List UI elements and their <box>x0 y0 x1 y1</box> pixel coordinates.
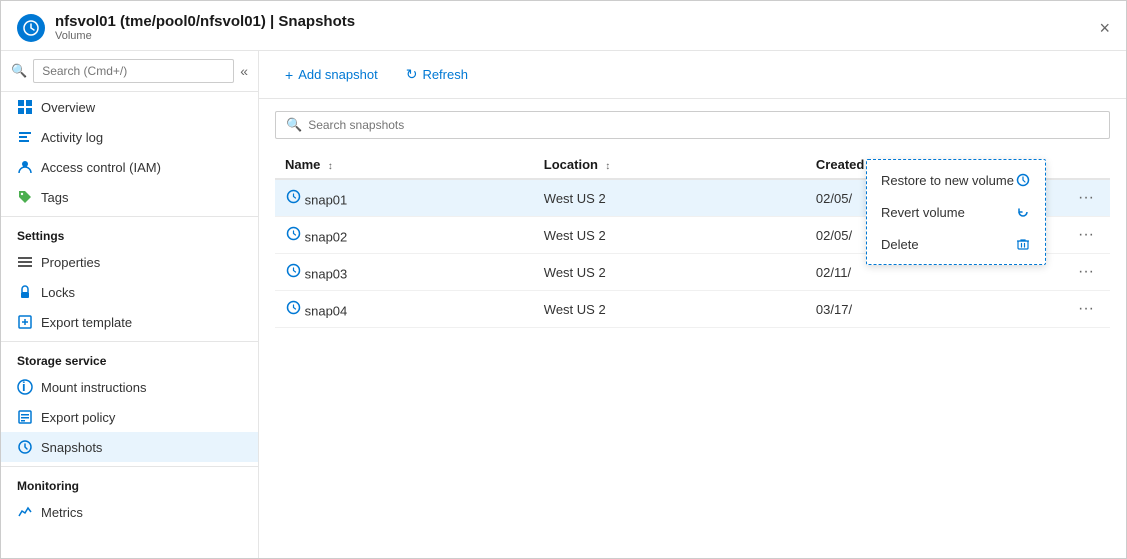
nav-properties-label: Properties <box>41 255 100 270</box>
title-text: nfsvol01 (tme/pool0/nfsvol01) | Snapshot… <box>55 13 355 42</box>
toolbar: + Add snapshot ↻ Refresh <box>259 51 1126 99</box>
add-snapshot-button[interactable]: + Add snapshot <box>275 62 388 88</box>
snapshot-row-icon <box>285 263 301 279</box>
cell-name: snap01 <box>275 179 534 217</box>
cell-location: West US 2 <box>534 179 806 217</box>
main-window: nfsvol01 (tme/pool0/nfsvol01) | Snapshot… <box>0 0 1127 559</box>
content-area: + Add snapshot ↻ Refresh 🔍 <box>259 51 1126 558</box>
table-search-input[interactable] <box>308 118 1099 132</box>
table-row: snap04 West US 2 03/17/ ··· <box>275 291 1110 328</box>
table-search-bar: 🔍 <box>275 111 1110 139</box>
title-left: nfsvol01 (tme/pool0/nfsvol01) | Snapshot… <box>17 13 355 42</box>
col-location: Location ↕ <box>534 151 806 179</box>
col-name: Name ↕ <box>275 151 534 179</box>
cell-name: snap04 <box>275 291 534 328</box>
row-more-button[interactable]: ··· <box>1072 298 1100 320</box>
snapshots-icon <box>17 439 33 455</box>
context-menu-delete-label: Delete <box>881 237 919 252</box>
cell-name: snap03 <box>275 254 534 291</box>
cell-location: West US 2 <box>534 217 806 254</box>
sidebar-search-box: 🔍 « <box>1 51 258 92</box>
cell-actions: ··· <box>1060 254 1110 291</box>
nav-properties[interactable]: Properties <box>1 247 258 277</box>
refresh-icon: ↻ <box>406 66 418 83</box>
context-menu-revert-label: Revert volume <box>881 205 965 220</box>
nav-activity-log[interactable]: Activity log <box>1 122 258 152</box>
settings-section-header: Settings <box>1 216 258 247</box>
restore-icon <box>1015 172 1031 188</box>
nav-metrics-label: Metrics <box>41 505 83 520</box>
close-button[interactable]: × <box>1099 19 1110 37</box>
nav-tags-label: Tags <box>41 190 68 205</box>
name-sort-icon[interactable]: ↕ <box>328 161 333 172</box>
nav-export-policy[interactable]: Export policy <box>1 402 258 432</box>
search-icon: 🔍 <box>11 63 27 79</box>
row-more-button[interactable]: ··· <box>1072 187 1100 209</box>
sidebar: 🔍 « Overview Activity log <box>1 51 259 558</box>
nav-export-template[interactable]: Export template <box>1 307 258 337</box>
add-icon: + <box>285 67 293 83</box>
nav-activity-log-label: Activity log <box>41 130 103 145</box>
col-actions <box>1060 151 1110 179</box>
tags-icon <box>17 189 33 205</box>
storage-service-section-header: Storage service <box>1 341 258 372</box>
locks-icon <box>17 284 33 300</box>
context-menu-revert[interactable]: Revert volume <box>867 196 1045 228</box>
nav-overview-label: Overview <box>41 100 95 115</box>
nav-mount-instructions[interactable]: i Mount instructions <box>1 372 258 402</box>
nav-metrics[interactable]: Metrics <box>1 497 258 527</box>
nav-tags[interactable]: Tags <box>1 182 258 212</box>
table-area: 🔍 Name ↕ Location ↕ <box>259 99 1126 558</box>
refresh-button[interactable]: ↻ Refresh <box>396 61 478 88</box>
context-menu-restore-label: Restore to new volume <box>881 173 1014 188</box>
nav-iam-label: Access control (IAM) <box>41 160 161 175</box>
properties-icon <box>17 254 33 270</box>
mount-instructions-icon: i <box>17 379 33 395</box>
nav-snapshots-label: Snapshots <box>41 440 102 455</box>
iam-icon <box>17 159 33 175</box>
cell-name: snap02 <box>275 217 534 254</box>
context-menu-delete[interactable]: Delete <box>867 228 1045 260</box>
context-menu-restore[interactable]: Restore to new volume <box>867 164 1045 196</box>
cell-actions: ··· <box>1060 291 1110 328</box>
page-subtitle: Volume <box>55 30 355 42</box>
cell-actions: ··· <box>1060 179 1110 217</box>
snapshot-row-icon <box>285 189 301 205</box>
table-search-icon: 🔍 <box>286 117 302 133</box>
snapshot-row-icon <box>285 300 301 316</box>
nav-snapshots[interactable]: Snapshots <box>1 432 258 462</box>
nav-export-template-label: Export template <box>41 315 132 330</box>
cell-created: 03/17/ <box>806 291 1060 328</box>
row-more-button[interactable]: ··· <box>1072 224 1100 246</box>
export-policy-icon <box>17 409 33 425</box>
title-bar: nfsvol01 (tme/pool0/nfsvol01) | Snapshot… <box>1 1 1126 51</box>
cell-actions: ··· <box>1060 217 1110 254</box>
nav-overview[interactable]: Overview <box>1 92 258 122</box>
sidebar-search-input[interactable] <box>33 59 234 83</box>
delete-icon <box>1015 236 1031 252</box>
activity-log-icon <box>17 129 33 145</box>
collapse-button[interactable]: « <box>240 63 248 79</box>
monitoring-section-header: Monitoring <box>1 466 258 497</box>
volume-icon <box>17 14 45 42</box>
svg-text:i: i <box>22 379 26 394</box>
row-more-button[interactable]: ··· <box>1072 261 1100 283</box>
metrics-icon <box>17 504 33 520</box>
context-menu: Restore to new volume Revert volume Dele… <box>866 159 1046 265</box>
location-sort-icon[interactable]: ↕ <box>605 161 610 172</box>
cell-location: West US 2 <box>534 291 806 328</box>
nav-locks[interactable]: Locks <box>1 277 258 307</box>
export-template-icon <box>17 314 33 330</box>
nav-locks-label: Locks <box>41 285 75 300</box>
snapshot-row-icon <box>285 226 301 242</box>
page-title: nfsvol01 (tme/pool0/nfsvol01) | Snapshot… <box>55 13 355 30</box>
cell-location: West US 2 <box>534 254 806 291</box>
revert-icon <box>1015 204 1031 220</box>
nav-export-policy-label: Export policy <box>41 410 115 425</box>
main-content: 🔍 « Overview Activity log <box>1 51 1126 558</box>
overview-icon <box>17 99 33 115</box>
nav-mount-instructions-label: Mount instructions <box>41 380 147 395</box>
nav-iam[interactable]: Access control (IAM) <box>1 152 258 182</box>
